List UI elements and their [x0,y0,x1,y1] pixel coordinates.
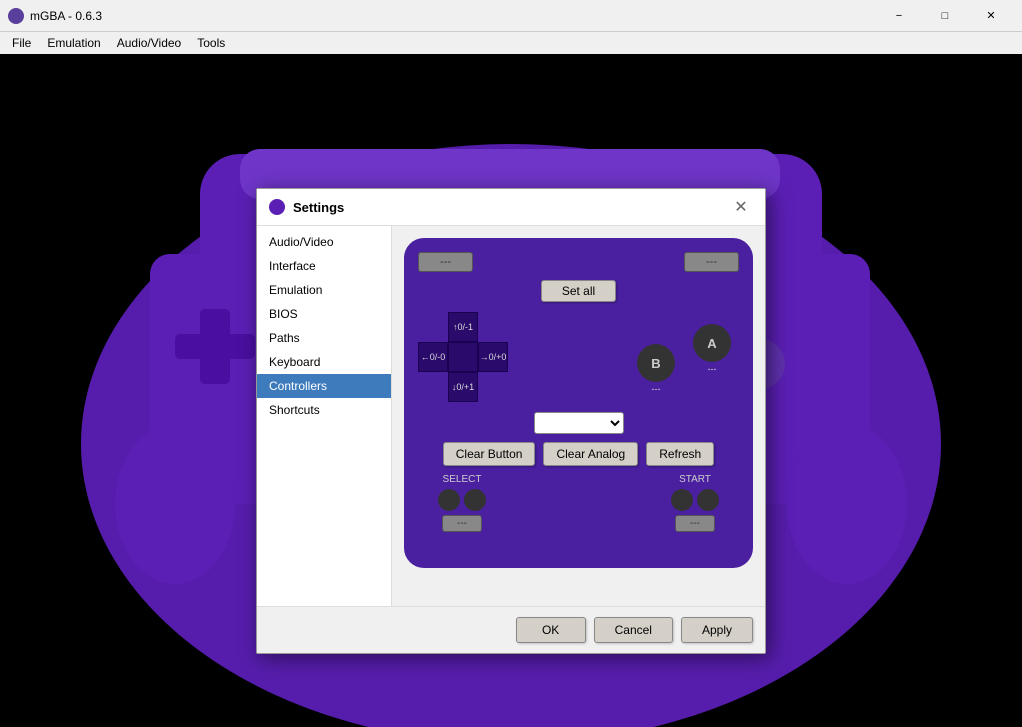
controller-dropdown[interactable] [534,412,624,434]
left-shoulder-button[interactable]: --- [418,252,473,272]
controller-panel: --- --- Set all [392,226,765,606]
sidebar-item-keyboard[interactable]: Keyboard [257,350,391,374]
start-circle-left [671,489,693,511]
right-shoulder-button[interactable]: --- [684,252,739,272]
sidebar-item-paths[interactable]: Paths [257,326,391,350]
dpad-right-label: →0/+0 [480,352,507,362]
select-circle-right [464,489,486,511]
dropdown-row [418,412,739,434]
clear-button-button[interactable]: Clear Button [443,442,536,466]
maximize-button[interactable]: □ [922,0,968,32]
minimize-button[interactable]: − [876,0,922,32]
dialog-title: Settings [293,200,729,215]
ok-button[interactable]: OK [516,617,586,643]
title-bar-buttons: − □ ✕ [876,0,1014,32]
action-buttons-row: Clear Button Clear Analog Refresh [418,442,739,466]
dpad-right[interactable]: →0/+0 [478,342,508,372]
sidebar: Audio/Video Interface Emulation BIOS Pat… [257,226,392,606]
apply-button[interactable]: Apply [681,617,753,643]
dialog-overlay: Settings ✕ Audio/Video Interface Emulati… [0,108,1022,727]
app-title: mGBA - 0.6.3 [30,9,876,23]
sidebar-item-bios[interactable]: BIOS [257,302,391,326]
dpad-down[interactable]: ↓0/+1 [448,372,478,402]
select-button[interactable]: --- [442,515,482,532]
dpad-center [448,342,478,372]
menu-emulation[interactable]: Emulation [39,34,108,52]
cancel-button[interactable]: Cancel [594,617,673,643]
dpad-up[interactable]: ↑0/-1 [448,312,478,342]
sidebar-item-interface[interactable]: Interface [257,254,391,278]
settings-dialog: Settings ✕ Audio/Video Interface Emulati… [256,188,766,654]
select-label: SELECT [443,474,482,485]
dpad: ↑0/-1 ↓0/+1 ←0/-0 →0/+0 [418,312,508,402]
dialog-title-bar: Settings ✕ [257,189,765,226]
middle-section: ↑0/-1 ↓0/+1 ←0/-0 →0/+0 [418,312,739,402]
set-all-button[interactable]: Set all [541,280,616,302]
start-label: START [679,474,711,485]
refresh-button[interactable]: Refresh [646,442,714,466]
start-button[interactable]: --- [675,515,715,532]
dpad-up-label: ↑0/-1 [453,322,473,332]
close-button[interactable]: ✕ [968,0,1014,32]
dialog-footer: OK Cancel Apply [257,606,765,653]
a-button-label: --- [693,364,731,374]
select-circle-left [438,489,460,511]
sidebar-item-audiovideo[interactable]: Audio/Video [257,230,391,254]
menu-audiovideo[interactable]: Audio/Video [109,34,190,52]
action-buttons: B A --- --- [629,312,739,402]
b-button-label: --- [637,384,675,394]
a-button[interactable]: A [693,324,731,362]
select-circles [438,489,486,511]
sidebar-item-shortcuts[interactable]: Shortcuts [257,398,391,422]
start-circle-right [697,489,719,511]
menu-tools[interactable]: Tools [189,34,233,52]
dialog-body: Audio/Video Interface Emulation BIOS Pat… [257,226,765,606]
gba-background: Settings ✕ Audio/Video Interface Emulati… [0,54,1022,727]
dpad-left[interactable]: ←0/-0 [418,342,448,372]
select-group: SELECT --- [438,474,486,532]
set-all-row: Set all [418,280,739,302]
app-icon [8,8,24,24]
dialog-icon [269,199,285,215]
dpad-down-label: ↓0/+1 [452,382,474,392]
dialog-close-button[interactable]: ✕ [729,197,753,217]
start-group: START --- [671,474,719,532]
menu-file[interactable]: File [4,34,39,52]
dpad-left-label: ←0/-0 [421,352,446,362]
title-bar: mGBA - 0.6.3 − □ ✕ [0,0,1022,32]
clear-analog-button[interactable]: Clear Analog [543,442,638,466]
menu-bar: File Emulation Audio/Video Tools [0,32,1022,54]
sidebar-item-emulation[interactable]: Emulation [257,278,391,302]
gba-controller-graphic: --- --- Set all [404,238,753,568]
start-circles [671,489,719,511]
select-start-section: SELECT --- START [418,474,739,532]
b-button[interactable]: B [637,344,675,382]
shoulder-buttons-row: --- --- [418,252,739,272]
sidebar-item-controllers[interactable]: Controllers [257,374,391,398]
